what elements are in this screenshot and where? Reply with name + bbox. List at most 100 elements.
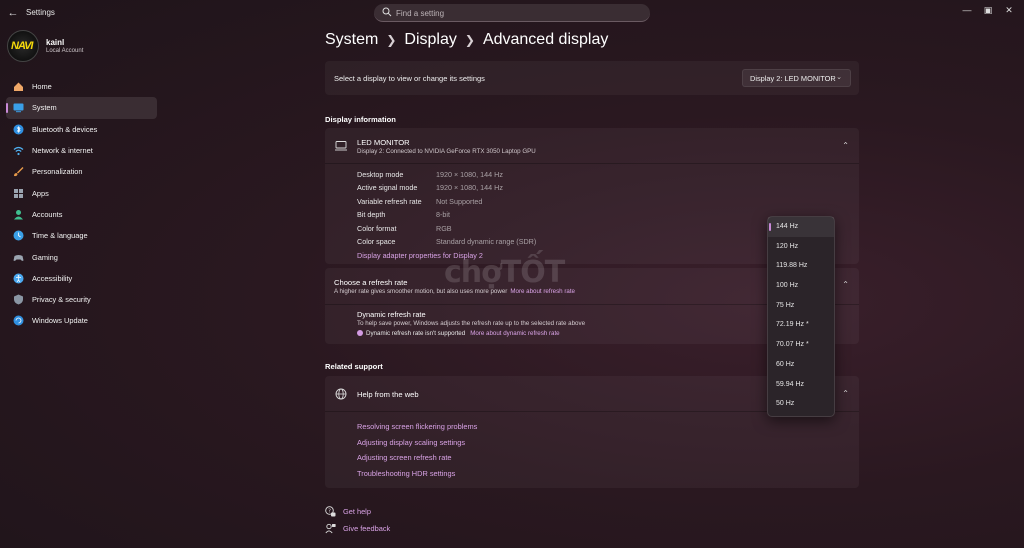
- refresh-rate-option[interactable]: 119.88 Hz: [768, 256, 834, 276]
- chevron-right-icon: ❯: [464, 33, 475, 47]
- sidebar-item-system[interactable]: System: [6, 97, 157, 119]
- gaming-icon: [13, 254, 24, 261]
- sidebar-item-apps[interactable]: Apps: [6, 182, 157, 203]
- sidebar-item-time-language[interactable]: Time & language: [6, 225, 157, 246]
- breadcrumb-system[interactable]: System: [325, 31, 378, 48]
- info-key: Variable refresh rate: [357, 196, 422, 206]
- display-info-header[interactable]: LED MONITOR Display 2: Connected to NVID…: [325, 128, 859, 164]
- related-support-heading: Related support: [325, 362, 383, 371]
- info-key: Color space: [357, 236, 396, 246]
- sidebar-item-label: Accessibility: [32, 273, 73, 283]
- display-info-row: Color format RGB: [357, 224, 657, 237]
- dynamic-refresh-warning: Dynamic refresh rate isn't supported More…: [357, 330, 560, 337]
- refresh-rate-option[interactable]: 72.19 Hz *: [768, 315, 834, 335]
- monitor-icon: [335, 141, 347, 151]
- user-name: kainl: [46, 38, 65, 47]
- info-value: 1920 × 1080, 144 Hz: [436, 183, 503, 193]
- time-language-icon: [13, 230, 24, 241]
- sidebar-item-label: System: [32, 103, 57, 113]
- refresh-rate-option[interactable]: 59.94 Hz: [768, 375, 834, 395]
- refresh-rate-option[interactable]: 144 Hz: [768, 217, 834, 237]
- network-icon: [13, 146, 24, 156]
- refresh-rate-option[interactable]: 70.07 Hz *: [768, 335, 834, 355]
- chevron-down-icon: ⌄: [836, 74, 842, 81]
- sidebar-item-personalization[interactable]: Personalization: [6, 161, 157, 182]
- display-info-rows: Desktop mode 1920 × 1080, 144 Hz Active si…: [357, 170, 657, 250]
- help-link[interactable]: Adjusting screen refresh rate: [357, 453, 477, 469]
- sidebar-item-accessibility[interactable]: Accessibility: [6, 268, 157, 289]
- chevron-up-icon[interactable]: ⌃: [842, 280, 849, 289]
- more-about-dynamic-link[interactable]: More about dynamic refresh rate: [470, 330, 559, 337]
- chevron-right-icon: ❯: [386, 33, 397, 47]
- display-info-row: Desktop mode 1920 × 1080, 144 Hz: [357, 170, 657, 183]
- help-link[interactable]: Adjusting display scaling settings: [357, 438, 477, 454]
- avatar-logo-text: NAVI: [11, 40, 33, 52]
- refresh-rate-option[interactable]: 50 Hz: [768, 394, 834, 414]
- info-key: Desktop mode: [357, 170, 404, 179]
- sidebar-item-label: Privacy & security: [32, 295, 91, 305]
- display-info-row: Color space Standard dynamic range (SDR): [357, 237, 657, 250]
- breadcrumb-advanced-display: Advanced display: [482, 31, 609, 48]
- display-dropdown[interactable]: Display 2: LED MONITOR ⌄: [742, 69, 851, 87]
- refresh-rate-option[interactable]: 75 Hz: [768, 296, 834, 316]
- info-key: Color format: [357, 223, 397, 233]
- globe-icon: [335, 388, 347, 400]
- sidebar-item-network-internet[interactable]: Network & internet: [6, 140, 157, 161]
- minimize-icon[interactable]: —: [958, 4, 976, 16]
- dynamic-refresh-title: Dynamic refresh rate: [357, 310, 426, 319]
- sidebar-item-accounts[interactable]: Accounts: [6, 204, 157, 225]
- watermark-logo: chợTỐT: [444, 255, 565, 290]
- give-feedback-link[interactable]: Give feedback: [325, 523, 390, 534]
- display-dropdown-value: Display 2: LED MONITOR: [750, 74, 836, 83]
- avatar[interactable]: NAVI: [7, 30, 39, 62]
- help-title: Help from the web: [357, 390, 419, 399]
- give-feedback-label: Give feedback: [343, 524, 391, 533]
- search-input[interactable]: [396, 6, 636, 20]
- sidebar-item-gaming[interactable]: Gaming: [6, 246, 157, 267]
- accounts-icon: [14, 209, 23, 220]
- home-icon: [14, 82, 23, 92]
- info-dot-icon: [357, 330, 363, 336]
- dynamic-refresh-description: To help save power, Windows adjusts the …: [357, 320, 586, 327]
- sidebar-item-bluetooth-devices[interactable]: Bluetooth & devices: [6, 119, 157, 140]
- breadcrumb-display[interactable]: Display: [404, 31, 456, 48]
- refresh-rate-dropdown-list: 144 Hz 120 Hz 119.88 Hz 100 Hz 75 Hz 72.19 Hz…: [767, 216, 835, 417]
- sidebar-item-windows-update[interactable]: Windows Update: [6, 310, 157, 331]
- info-key: Bit depth: [357, 210, 386, 220]
- get-help-label: Get help: [343, 507, 371, 516]
- sidebar-item-label: Network & internet: [32, 146, 93, 156]
- breadcrumb: System ❯ Display ❯ Advanced display: [325, 31, 608, 49]
- help-link[interactable]: Troubleshooting HDR settings: [357, 469, 477, 485]
- back-arrow-icon[interactable]: ←: [6, 6, 20, 20]
- system-icon: [13, 103, 24, 113]
- sidebar-item-home[interactable]: Home: [6, 76, 157, 97]
- refresh-rate-option[interactable]: 120 Hz: [768, 237, 834, 257]
- chevron-up-icon[interactable]: ⌃: [842, 141, 849, 150]
- display-select-card: Select a display to view or change its s…: [325, 61, 859, 95]
- refresh-rate-option[interactable]: 60 Hz: [768, 355, 834, 375]
- refresh-rate-option[interactable]: 100 Hz: [768, 276, 834, 296]
- app-title: Settings: [26, 8, 55, 17]
- info-value: Standard dynamic range (SDR): [436, 236, 537, 246]
- sidebar-item-label: Gaming: [32, 252, 58, 262]
- info-value: Not Supported: [436, 196, 483, 206]
- title-bar: ← Settings — ▣ ✕: [0, 0, 1024, 26]
- get-help-link[interactable]: ? Get help: [325, 506, 371, 517]
- brush-icon: [14, 167, 24, 177]
- maximize-icon[interactable]: ▣: [979, 4, 997, 16]
- monitor-name: LED MONITOR: [357, 138, 410, 147]
- bluetooth-icon: [13, 124, 24, 135]
- info-value: 8-bit: [436, 210, 450, 220]
- search-box[interactable]: [374, 4, 650, 22]
- info-key: Active signal mode: [357, 183, 418, 193]
- monitor-connection: Display 2: Connected to NVIDIA GeForce R…: [357, 148, 536, 155]
- accessibility-icon: [13, 273, 24, 284]
- sidebar-item-privacy-security[interactable]: Privacy & security: [6, 289, 157, 310]
- display-info-row: Bit depth 8-bit: [357, 210, 657, 223]
- help-icon: ?: [325, 506, 336, 517]
- search-icon: [382, 7, 392, 17]
- sidebar-item-label: Apps: [32, 188, 49, 198]
- chevron-up-icon[interactable]: ⌃: [842, 389, 849, 398]
- help-link[interactable]: Resolving screen flickering problems: [357, 422, 477, 438]
- close-icon[interactable]: ✕: [1000, 4, 1018, 16]
